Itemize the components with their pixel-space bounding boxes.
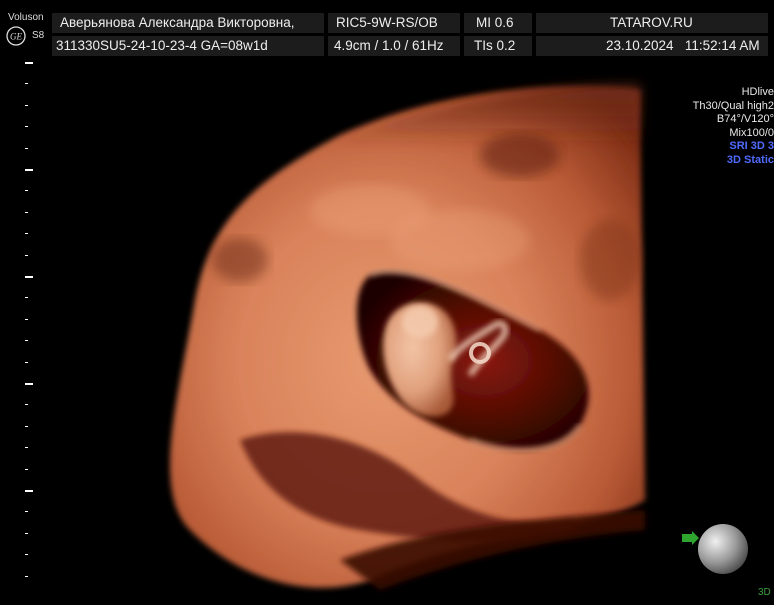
ruler-tick <box>25 147 28 149</box>
exam-date: 23.10.2024 <box>606 38 674 53</box>
ruler-tick <box>25 297 28 299</box>
model-label: S8 <box>32 30 45 41</box>
probe-preset: RIC5-9W-RS/OB <box>328 13 460 33</box>
ruler-tick <box>25 532 28 534</box>
render-mode: HDlive <box>741 86 774 98</box>
ruler-tick <box>25 104 28 106</box>
ruler-tick <box>25 254 28 256</box>
ge-logo-icon: GE <box>6 26 26 46</box>
site-label: TATAROV.RU <box>536 13 768 33</box>
ruler-tick <box>25 211 28 213</box>
exam-id: 311330SU5-24-10-23-4 GA=08w1d <box>52 36 324 56</box>
acquisition-mode: 3D Static <box>726 153 774 166</box>
ruler-tick <box>25 425 28 427</box>
patient-name: Аверьянова Александра Викторовна, <box>52 13 324 33</box>
depth-frequency: 4.9cm / 1.0 / 61Hz <box>328 36 460 56</box>
exam-time: 11:52:14 AM <box>684 38 760 53</box>
header-bar: Voluson GE S8 Аверьянова Александра Викт… <box>0 0 774 60</box>
volume-render-image <box>40 60 660 600</box>
volume-render-svg <box>170 85 645 590</box>
ruler-tick <box>25 383 33 385</box>
ruler-tick <box>25 447 28 449</box>
ruler-tick <box>25 190 28 192</box>
ruler-tick <box>25 361 28 363</box>
threshold-quality: Th30/Qual high2 <box>692 99 774 112</box>
ruler-tick <box>25 340 28 342</box>
orientation-ball-icon[interactable] <box>698 524 748 574</box>
ruler-tick <box>25 233 28 235</box>
ruler-tick <box>25 62 33 64</box>
date-time: 23.10.2024 11:52:14 AM <box>536 36 768 56</box>
volume-angles: B74°/V120° <box>716 113 774 125</box>
ruler-tick <box>25 468 28 470</box>
ruler-tick <box>25 554 28 556</box>
ruler-tick <box>25 490 33 492</box>
depth-ruler <box>0 60 40 600</box>
ruler-tick <box>25 318 28 320</box>
brand-label: Voluson <box>8 12 44 23</box>
mix-ratio: Mix100/0 <box>729 126 774 139</box>
gestational-age: GA=08w1d <box>200 38 268 53</box>
svg-text:GE: GE <box>10 32 22 42</box>
ruler-tick <box>25 169 33 171</box>
ruler-tick <box>25 126 28 128</box>
ruler-tick <box>25 575 28 577</box>
sri-level: SRI 3D 3 <box>729 140 774 152</box>
ruler-tick <box>25 276 33 278</box>
ruler-tick <box>25 404 28 406</box>
orientation-arrow-icon <box>682 531 699 545</box>
mechanical-index: MI 0.6 <box>464 13 532 33</box>
exam-id-value: 311330SU5-24-10-23-4 <box>56 38 197 53</box>
view-mode-label: 3D <box>758 587 771 598</box>
brand-logo-box: Voluson GE S8 <box>0 10 48 56</box>
render-parameters: HDlive Th30/Qual high2 B74°/V120° Mix100… <box>654 86 774 167</box>
ruler-tick <box>25 511 28 513</box>
thermal-index: TIs 0.2 <box>464 36 532 56</box>
ruler-tick <box>25 83 28 85</box>
